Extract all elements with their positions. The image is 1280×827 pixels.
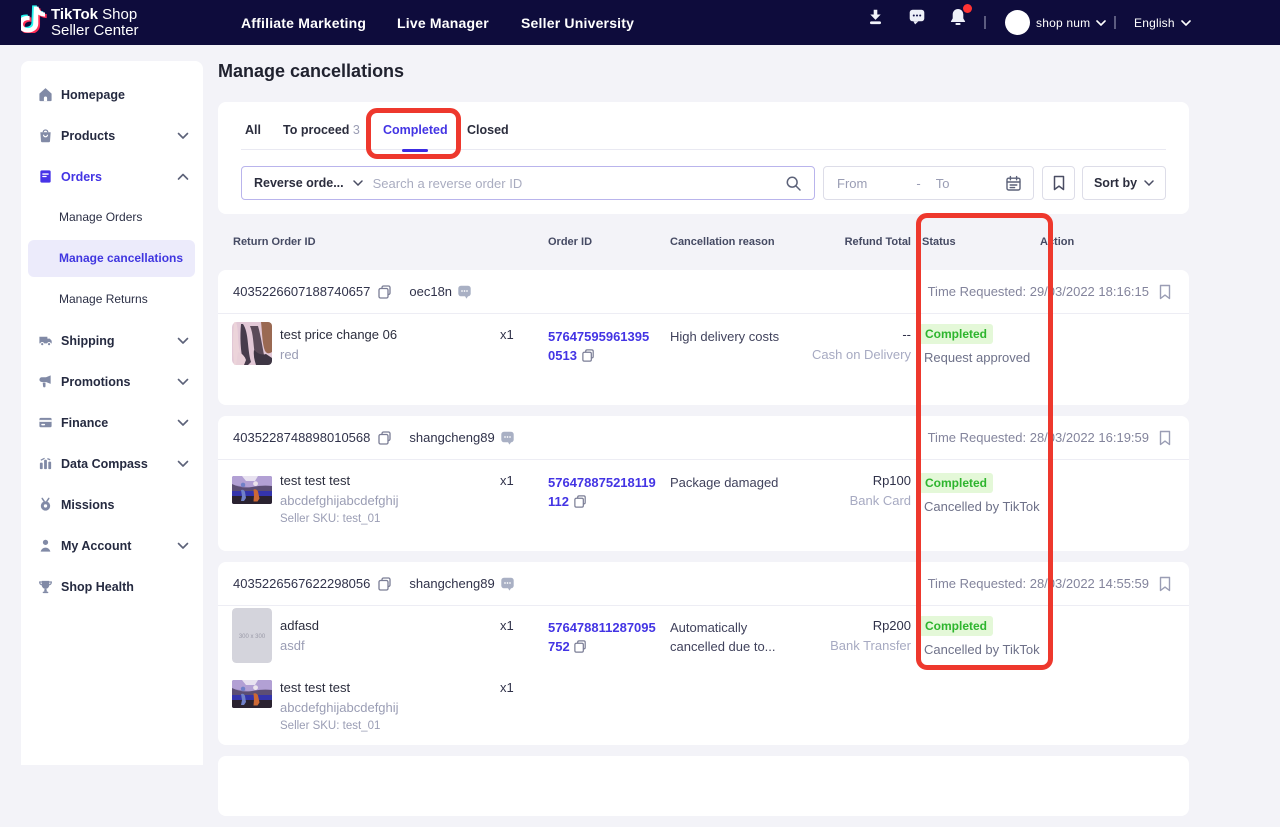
svg-text:300 x 300: 300 x 300	[239, 634, 266, 640]
